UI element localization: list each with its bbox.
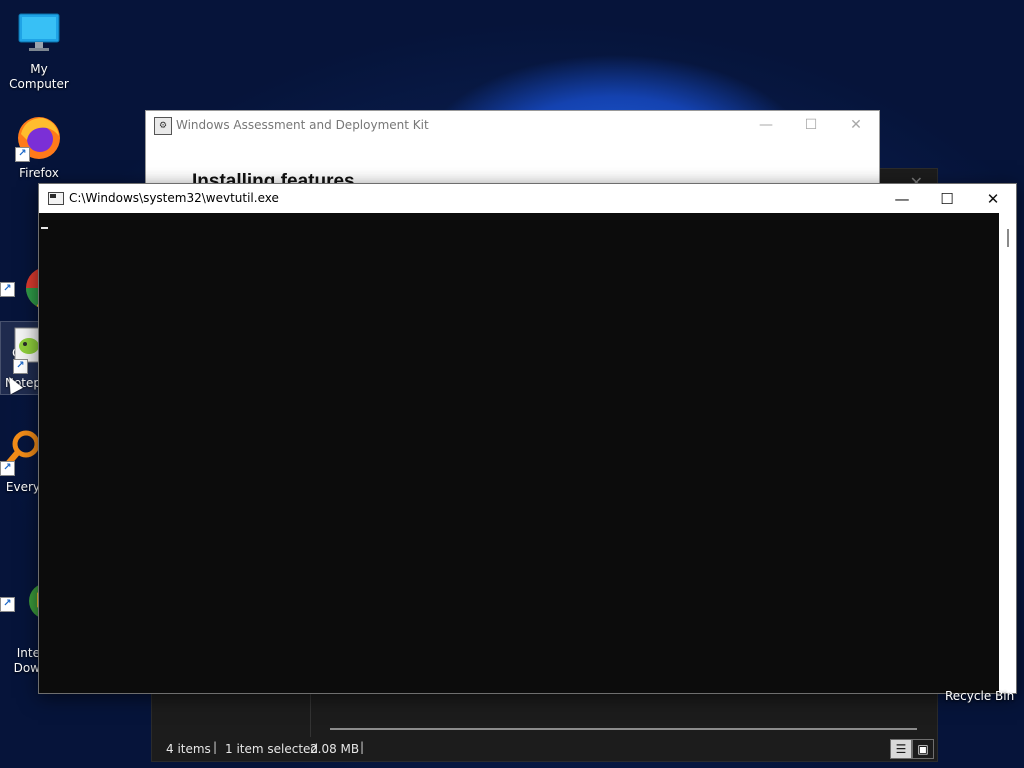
- console-scroll-thumb[interactable]: [1007, 229, 1009, 247]
- notepad-plus-plus-icon: ↗: [13, 326, 42, 374]
- console-app-icon: [48, 192, 64, 205]
- desktop-icon-label: My Computer: [9, 62, 69, 91]
- status-item-count: 4 items: [166, 742, 211, 756]
- details-view-button[interactable]: ☰: [890, 739, 912, 759]
- adk-maximize-button[interactable]: ☐: [796, 115, 826, 135]
- shortcut-arrow-icon: ↗: [13, 359, 28, 374]
- console-output-area[interactable]: [39, 213, 999, 693]
- console-close-button[interactable]: ✕: [970, 186, 1016, 212]
- desktop-icon-everything[interactable]: ↗ Every: [0, 428, 40, 495]
- explorer-navigation-pane: [152, 693, 311, 737]
- console-window-title: C:\Windows\system32\wevtutil.exe: [69, 191, 279, 205]
- monitor-icon: [15, 10, 63, 58]
- firefox-icon: ↗: [15, 114, 63, 162]
- console-vertical-scrollbar[interactable]: [999, 213, 1016, 693]
- shortcut-arrow-icon: ↗: [0, 282, 15, 297]
- recycle-bin-label[interactable]: Recycle Bin: [945, 689, 1014, 703]
- adk-app-icon: ⚙: [154, 117, 172, 135]
- shortcut-arrow-icon: ↗: [0, 461, 15, 476]
- console-maximize-button[interactable]: ☐: [924, 186, 970, 212]
- console-minimize-button[interactable]: —: [879, 186, 925, 212]
- adk-close-button[interactable]: ✕: [841, 115, 871, 135]
- status-separator: |: [213, 740, 218, 754]
- console-titlebar[interactable]: C:\Windows\system32\wevtutil.exe — ☐ ✕: [39, 184, 1016, 213]
- large-icons-view-button[interactable]: ▣: [912, 739, 934, 759]
- desktop-icon-label: Firefox: [19, 166, 59, 180]
- desktop: My Computer ↗ Firefox ↗ Goo Chro: [0, 0, 1024, 768]
- status-separator: |: [360, 740, 365, 754]
- adk-window-title: Windows Assessment and Deployment Kit: [176, 118, 429, 132]
- shortcut-arrow-icon: ↗: [0, 597, 15, 612]
- status-selection: 1 item selected: [225, 742, 319, 756]
- desktop-icon-idm[interactable]: ↗ Inte Dow: [0, 534, 65, 706]
- adk-titlebar[interactable]: ⚙ Windows Assessment and Deployment Kit …: [146, 111, 879, 140]
- status-size: 2.08 MB: [310, 742, 360, 756]
- shortcut-arrow-icon: ↗: [15, 147, 30, 162]
- desktop-icon-firefox[interactable]: ↗ Firefox: [1, 114, 77, 181]
- adk-minimize-button[interactable]: —: [751, 115, 781, 135]
- console-window: C:\Windows\system32\wevtutil.exe — ☐ ✕: [38, 183, 1017, 694]
- desktop-icon-my-computer[interactable]: My Computer: [1, 10, 77, 92]
- text-cursor: [41, 227, 48, 229]
- desktop-icon-label: Every: [5, 480, 40, 494]
- explorer-horizontal-scrollbar[interactable]: [330, 728, 917, 730]
- explorer-status-bar: 4 items | 1 item selected 2.08 MB | ☰ ▣: [152, 737, 937, 761]
